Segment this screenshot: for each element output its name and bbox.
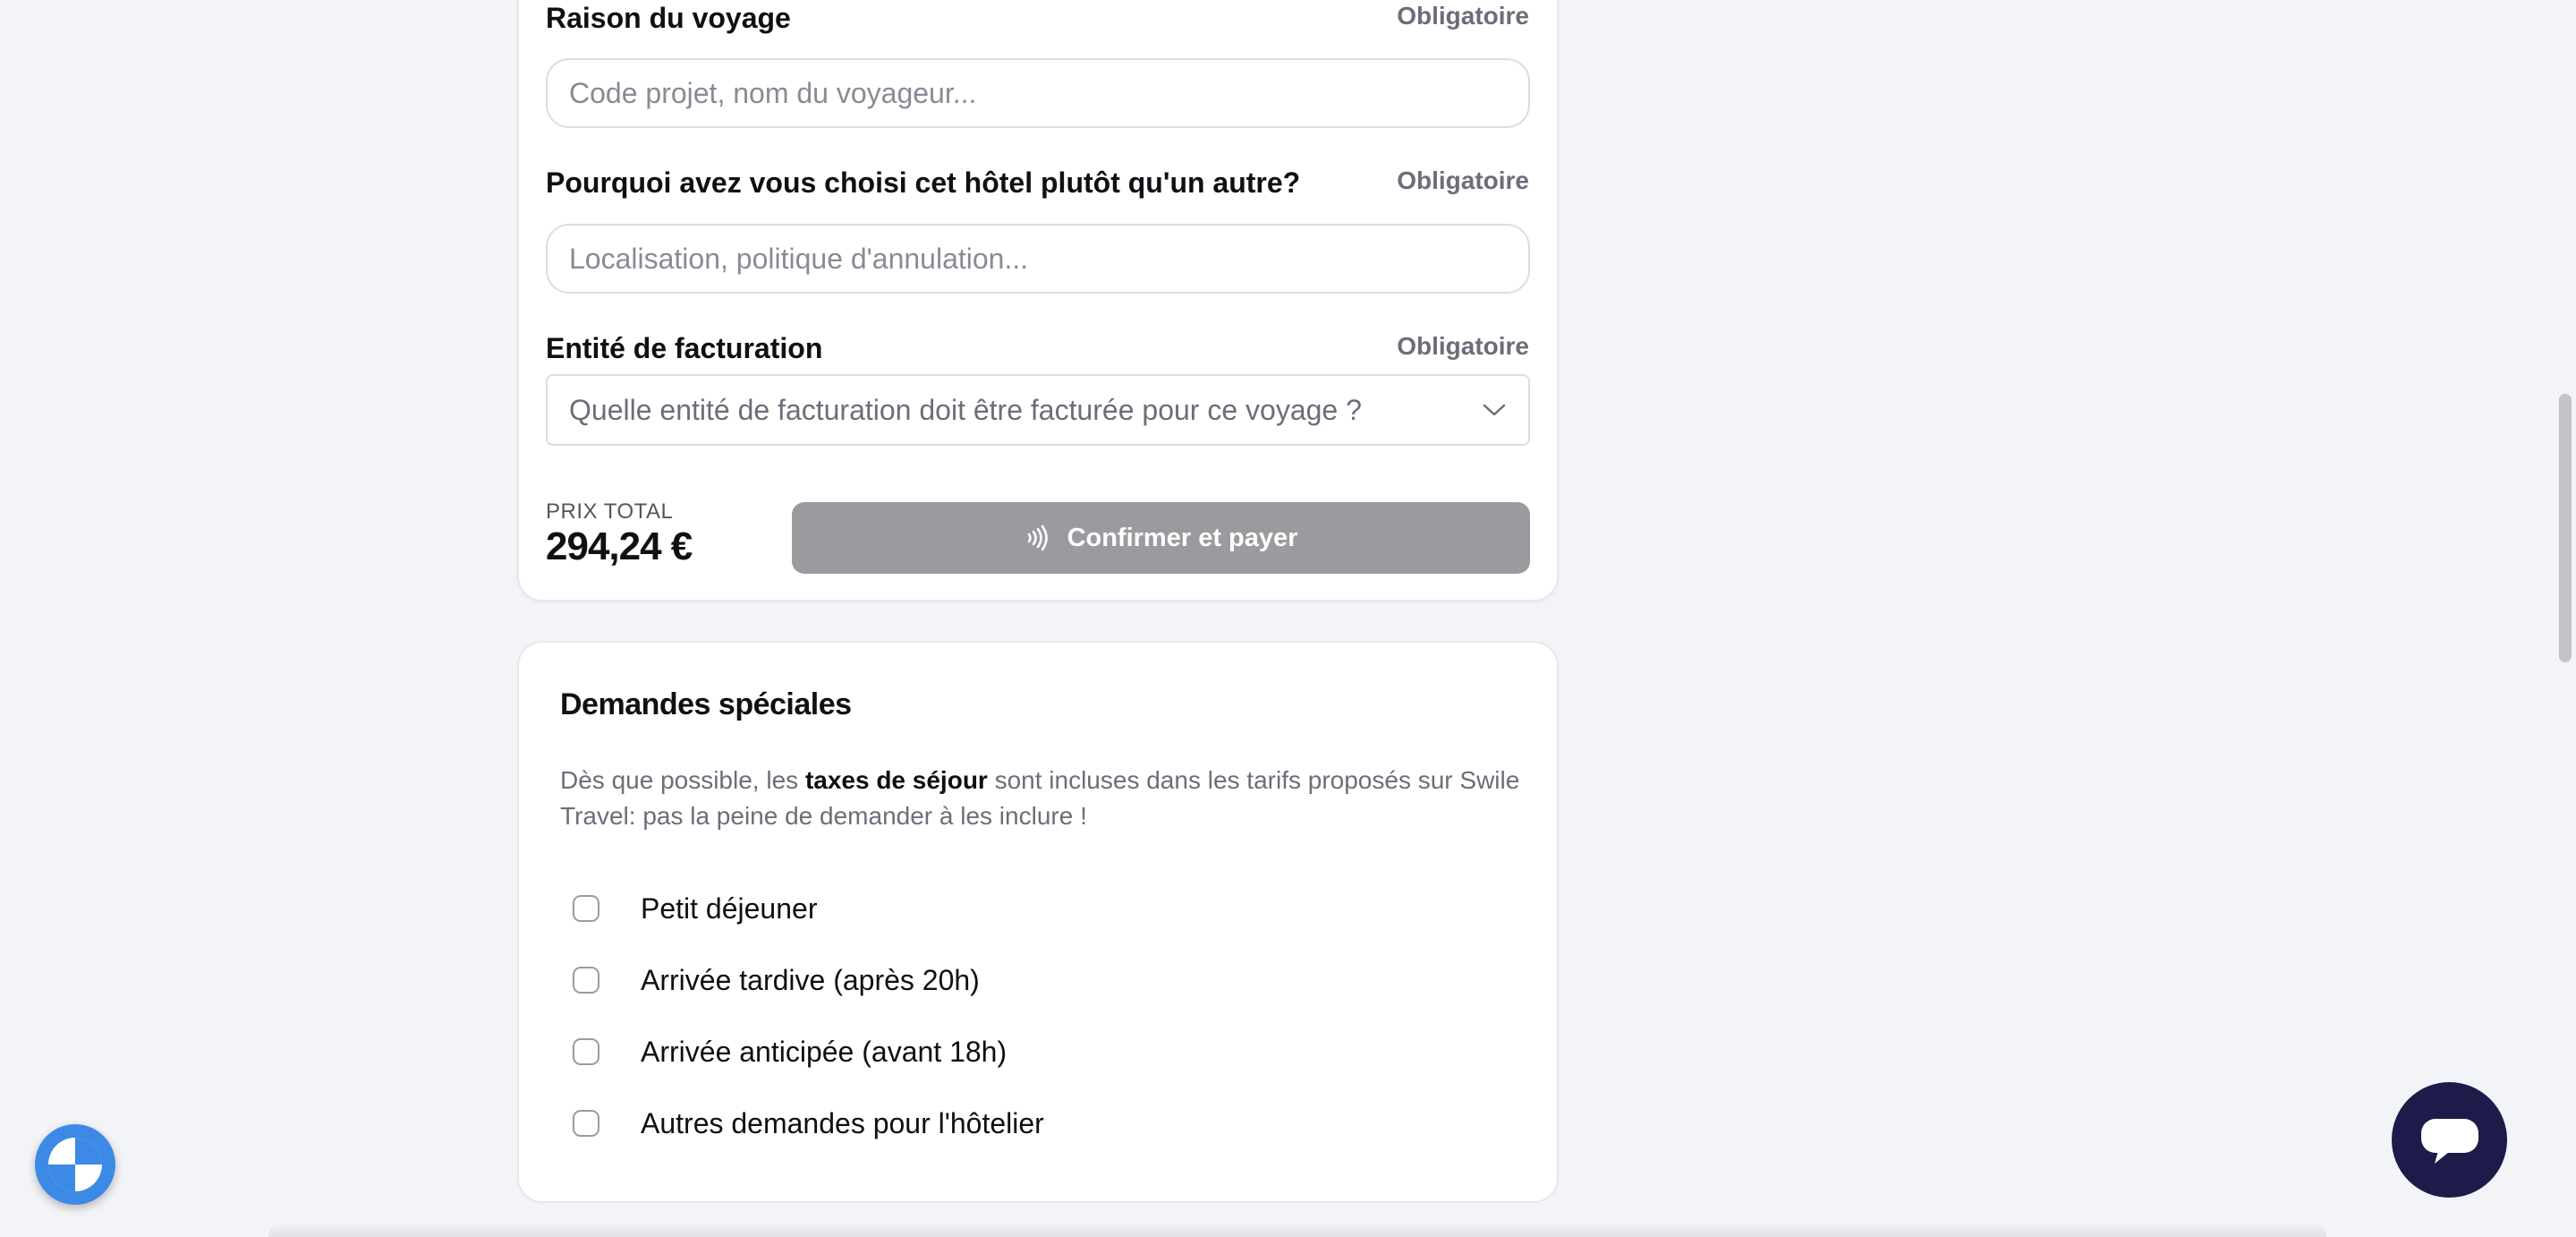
confirm-and-pay-button[interactable]: Confirmer et payer <box>792 502 1530 574</box>
total-price-value: 294,24 € <box>546 525 693 568</box>
chat-button[interactable] <box>2392 1082 2507 1198</box>
billing-entity-required-badge: Obligatoire <box>1397 332 1529 360</box>
total-price-label: PRIX TOTAL <box>546 499 674 524</box>
option-label: Petit déjeuner <box>641 891 818 925</box>
assistant-logo-icon <box>48 1138 102 1191</box>
checkbox[interactable] <box>573 967 599 994</box>
chat-bubble-icon <box>2420 1118 2478 1164</box>
option-early-arrival[interactable]: Arrivée anticipée (avant 18h) <box>573 1034 1007 1070</box>
option-label: Arrivée anticipée (avant 18h) <box>641 1035 1007 1068</box>
special-requests-description: Dès que possible, les taxes de séjour so… <box>560 763 1526 834</box>
billing-entity-label: Entité de facturation <box>546 332 823 364</box>
trip-reason-label: Raison du voyage <box>546 2 791 34</box>
hotel-choice-required-badge: Obligatoire <box>1397 166 1529 194</box>
confirm-and-pay-label: Confirmer et payer <box>1067 523 1298 552</box>
special-requests-title: Demandes spéciales <box>560 687 852 721</box>
option-breakfast[interactable]: Petit déjeuner <box>573 891 817 926</box>
trip-reason-required-badge: Obligatoire <box>1397 2 1529 30</box>
checkbox[interactable] <box>573 895 599 922</box>
bottom-shadow <box>268 1223 2326 1237</box>
option-label: Arrivée tardive (après 20h) <box>641 963 980 996</box>
checkbox[interactable] <box>573 1038 599 1065</box>
hotel-choice-label: Pourquoi avez vous choisi cet hôtel plut… <box>546 166 1301 199</box>
option-late-arrival[interactable]: Arrivée tardive (après 20h) <box>573 962 980 998</box>
scrollbar-thumb[interactable] <box>2559 394 2572 662</box>
checkbox[interactable] <box>573 1110 599 1137</box>
billing-entity-select[interactable]: Quelle entité de facturation doit être f… <box>546 374 1530 446</box>
option-other-requests[interactable]: Autres demandes pour l'hôtelier <box>573 1105 1044 1141</box>
billing-entity-placeholder: Quelle entité de facturation doit être f… <box>569 393 1362 426</box>
description-bold-text: taxes de séjour <box>804 766 988 794</box>
chevron-down-icon <box>1483 404 1506 416</box>
trip-reason-input[interactable] <box>546 58 1530 128</box>
contactless-icon <box>1027 525 1048 551</box>
option-label: Autres demandes pour l'hôtelier <box>641 1106 1044 1139</box>
hotel-choice-input[interactable] <box>546 224 1530 294</box>
description-text-start: Dès que possible, les <box>560 766 805 794</box>
assistant-button[interactable] <box>35 1124 115 1205</box>
